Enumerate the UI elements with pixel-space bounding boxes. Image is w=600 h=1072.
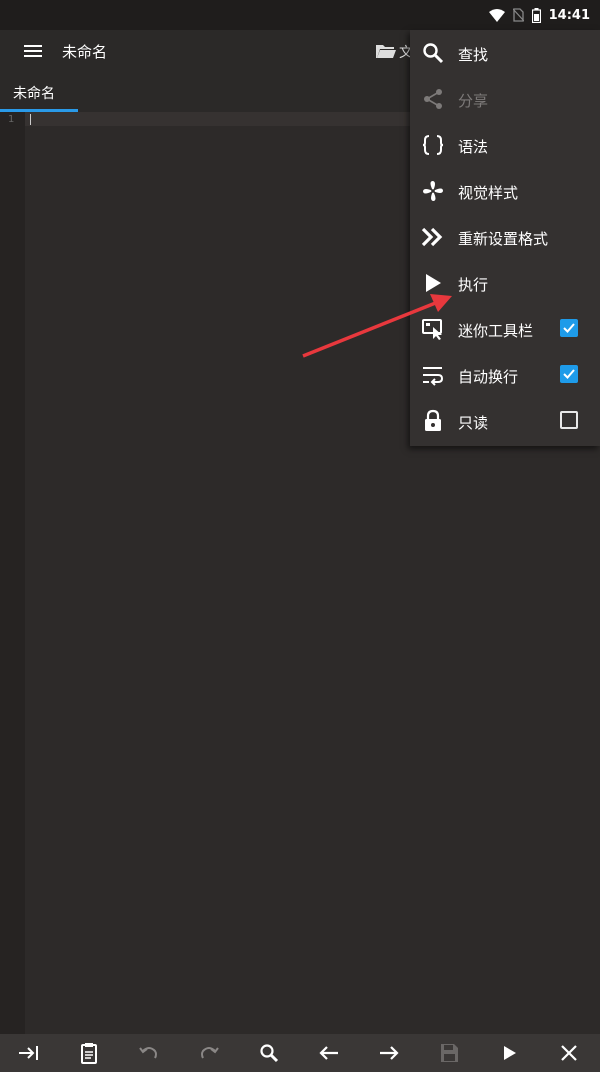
braces-icon <box>422 135 444 155</box>
redo-icon[interactable] <box>197 1041 221 1065</box>
menu-item-visual-style[interactable]: 视觉样式 <box>410 168 600 214</box>
page-title: 未命名 <box>62 43 108 61</box>
menu-item-share[interactable]: 分享 <box>410 76 600 122</box>
menu-item-label: 执行 <box>458 276 489 294</box>
search-icon <box>423 43 444 64</box>
folder-open-icon[interactable] <box>375 42 397 60</box>
menu-item-label: 分享 <box>458 92 489 110</box>
save-icon[interactable] <box>437 1041 461 1065</box>
text-caret <box>30 114 31 125</box>
read-only-checkbox[interactable] <box>560 411 578 429</box>
double-chevron-icon <box>421 227 443 247</box>
menu-item-read-only[interactable]: 只读 <box>410 398 600 444</box>
line-number-gutter: 1 <box>0 112 25 1034</box>
share-icon <box>424 89 442 109</box>
lock-icon <box>425 409 441 431</box>
menu-item-reformat[interactable]: 重新设置格式 <box>410 214 600 260</box>
play-icon[interactable] <box>497 1041 521 1065</box>
overflow-menu: 查找 分享 语法 视觉样式 重新设置格式 执行 迷你工具栏 自动换行 只读 <box>410 30 600 446</box>
tab-icon[interactable] <box>17 1041 41 1065</box>
fan-icon <box>423 181 443 201</box>
battery-icon <box>531 7 541 23</box>
menu-item-label: 迷你工具栏 <box>458 322 534 340</box>
wrap-icon <box>423 367 444 386</box>
menu-item-syntax[interactable]: 语法 <box>410 122 600 168</box>
clipboard-icon[interactable] <box>77 1041 101 1065</box>
tab-untitled[interactable]: 未命名 <box>0 72 78 112</box>
status-bar: 14:41 <box>0 0 600 30</box>
word-wrap-checkbox[interactable] <box>560 365 578 383</box>
menu-item-label: 只读 <box>458 414 489 432</box>
arrow-right-icon[interactable] <box>377 1041 401 1065</box>
mini-toolbar-icon <box>422 319 442 340</box>
close-icon[interactable] <box>557 1041 581 1065</box>
menu-item-label: 视觉样式 <box>458 184 519 202</box>
menu-item-run[interactable]: 执行 <box>410 260 600 306</box>
tab-label: 未命名 <box>13 86 55 102</box>
menu-item-label: 语法 <box>458 138 489 156</box>
arrow-left-icon[interactable] <box>317 1041 341 1065</box>
menu-item-find[interactable]: 查找 <box>410 30 600 76</box>
menu-item-label: 查找 <box>458 46 489 64</box>
play-icon <box>426 274 441 292</box>
no-sim-icon <box>512 8 524 22</box>
wifi-icon <box>488 8 505 22</box>
status-icons: 14:41 <box>488 0 590 30</box>
status-time: 14:41 <box>548 7 590 23</box>
menu-item-word-wrap[interactable]: 自动换行 <box>410 352 600 398</box>
hamburger-menu-icon[interactable] <box>22 42 44 60</box>
mini-toolbar-checkbox[interactable] <box>560 319 578 337</box>
bottom-toolbar <box>0 1034 600 1072</box>
menu-item-mini-toolbar[interactable]: 迷你工具栏 <box>410 306 600 352</box>
search-icon[interactable] <box>257 1041 281 1065</box>
line-number: 1 <box>8 114 15 125</box>
menu-item-label: 重新设置格式 <box>458 230 549 248</box>
menu-item-label: 自动换行 <box>458 368 519 386</box>
undo-icon[interactable] <box>137 1041 161 1065</box>
